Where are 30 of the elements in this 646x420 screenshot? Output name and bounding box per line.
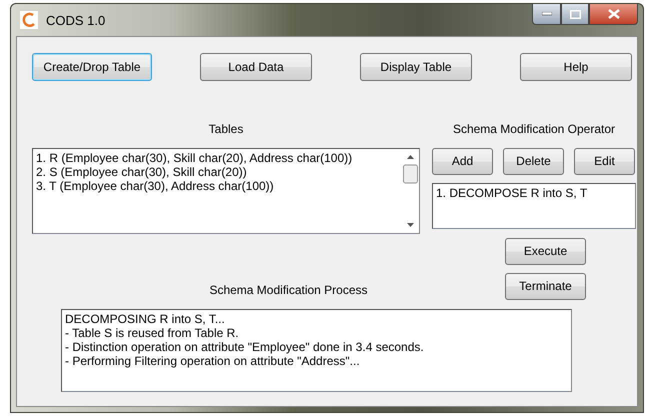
minimize-button[interactable] — [532, 4, 561, 25]
list-item[interactable]: 2. S (Employee char(30), Skill char(20)) — [36, 164, 399, 179]
toolbar-button[interactable]: Load Data — [200, 53, 312, 81]
window-title: CODS 1.0 — [46, 12, 106, 28]
log-line: DECOMPOSING R into S, T... — [65, 312, 226, 326]
section-label: Schema Modification Process — [209, 283, 368, 298]
section-label: Schema Modification Operator — [452, 122, 616, 136]
list-item[interactable]: 1. R (Employee char(30), Skill char(20), Address char(100)) — [36, 150, 399, 165]
action-button[interactable]: Terminate — [505, 272, 586, 300]
list-item[interactable]: 3. T (Employee char(30), Address char(100)) — [36, 178, 399, 193]
log-line: - Table S is reused from Table R. — [65, 326, 240, 340]
app-logo-icon — [20, 11, 38, 29]
log-line: - Performing Filtering operation on attribute "Address"... — [65, 354, 361, 368]
maximize-button[interactable] — [561, 4, 589, 25]
log-line: - Distinction operation on attribute "Employee" done in 3.4 seconds. — [65, 340, 425, 354]
operator-button[interactable]: Delete — [503, 148, 564, 175]
action-button[interactable]: Execute — [505, 238, 586, 265]
list-item[interactable]: 1. DECOMPOSE R into S, T — [436, 186, 632, 200]
tables-list[interactable]: 1. R (Employee char(30), Skill char(20), Address char(100)) 2. S (Employee char(30), Skill char(20)) 3. T (Employee char(30), Address char(100)) — [32, 148, 420, 234]
close-button[interactable] — [589, 4, 638, 25]
minimize-icon — [542, 12, 552, 16]
toolbar-button[interactable]: Display Table — [360, 53, 472, 81]
section-label: Tables — [208, 122, 244, 136]
toolbar-button[interactable]: Create/Drop Table — [32, 53, 152, 81]
operators-list[interactable]: 1. DECOMPOSE R into S, T — [432, 182, 636, 229]
operator-button[interactable]: Edit — [574, 148, 635, 175]
maximize-icon — [570, 10, 580, 18]
toolbar-button[interactable]: Help — [520, 53, 632, 81]
operator-button[interactable]: Add — [432, 148, 493, 175]
close-icon — [608, 9, 620, 19]
